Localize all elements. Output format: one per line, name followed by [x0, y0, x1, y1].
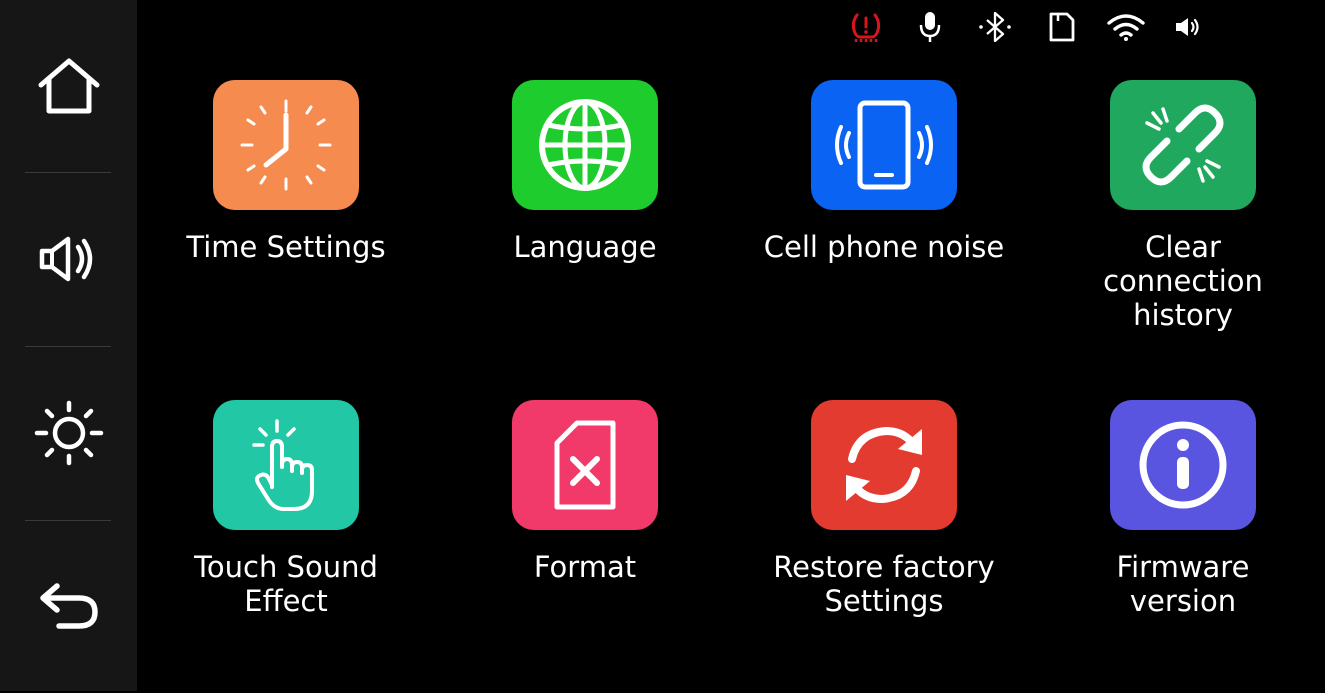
- tile-icon-background: [213, 80, 359, 210]
- back-arrow-icon: [39, 583, 98, 629]
- tile-icon-background: [512, 400, 658, 530]
- tile-icon-background: [1110, 80, 1256, 210]
- clock-icon: [240, 99, 332, 191]
- speaker-icon: [1170, 8, 1206, 46]
- tile-label: Clear connection history: [1103, 230, 1263, 332]
- tire-pressure-warning-icon: [844, 8, 888, 46]
- tile-icon-background: [811, 80, 957, 210]
- tile-cell-phone-noise[interactable]: Cell phone noise: [736, 80, 1036, 350]
- tile-label: Touch Sound Effect: [194, 550, 378, 618]
- tile-firmware-version[interactable]: Firmware version: [1035, 400, 1325, 670]
- screen: Time Settings Language Cell phone noise …: [0, 0, 1325, 691]
- globe-icon: [539, 99, 631, 191]
- tile-restore-factory-settings[interactable]: Restore factory Settings: [736, 400, 1036, 670]
- home-button[interactable]: [0, 0, 137, 172]
- wifi-icon: [1103, 8, 1149, 46]
- volume-icon: [39, 236, 92, 282]
- tile-label: Restore factory Settings: [773, 550, 995, 618]
- tile-icon-background: [213, 400, 359, 530]
- broken-link-icon: [1142, 104, 1224, 186]
- tile-icon-background: [811, 400, 957, 530]
- tile-label: Time Settings: [186, 230, 386, 264]
- tile-time-settings[interactable]: Time Settings: [138, 80, 438, 350]
- tile-language[interactable]: Language: [437, 80, 737, 350]
- tile-label: Firmware version: [1116, 550, 1250, 618]
- tile-icon-background: [512, 80, 658, 210]
- sd-card-icon: [1044, 8, 1080, 46]
- microphone-icon: [912, 8, 948, 46]
- tile-touch-sound-effect[interactable]: Touch Sound Effect: [138, 400, 438, 670]
- bluetooth-icon: [975, 8, 1015, 46]
- tile-format[interactable]: Format: [437, 400, 737, 670]
- tile-label: Language: [513, 230, 657, 264]
- brightness-button[interactable]: [0, 347, 137, 519]
- tile-label: Cell phone noise: [763, 230, 1005, 264]
- back-button[interactable]: [0, 521, 137, 693]
- sd-card-format-icon: [554, 420, 616, 510]
- status-bar: [840, 8, 1220, 46]
- tile-clear-connection-history[interactable]: Clear connection history: [1035, 80, 1325, 350]
- touch-hand-icon: [252, 419, 314, 511]
- phone-vibrate-icon: [835, 100, 933, 190]
- volume-button[interactable]: [0, 173, 137, 345]
- restore-icon: [846, 426, 922, 504]
- tile-label: Format: [533, 550, 637, 584]
- brightness-icon: [34, 400, 103, 466]
- info-icon: [1139, 421, 1227, 509]
- tile-icon-background: [1110, 400, 1256, 530]
- sidebar: [0, 0, 137, 691]
- home-icon: [38, 58, 99, 114]
